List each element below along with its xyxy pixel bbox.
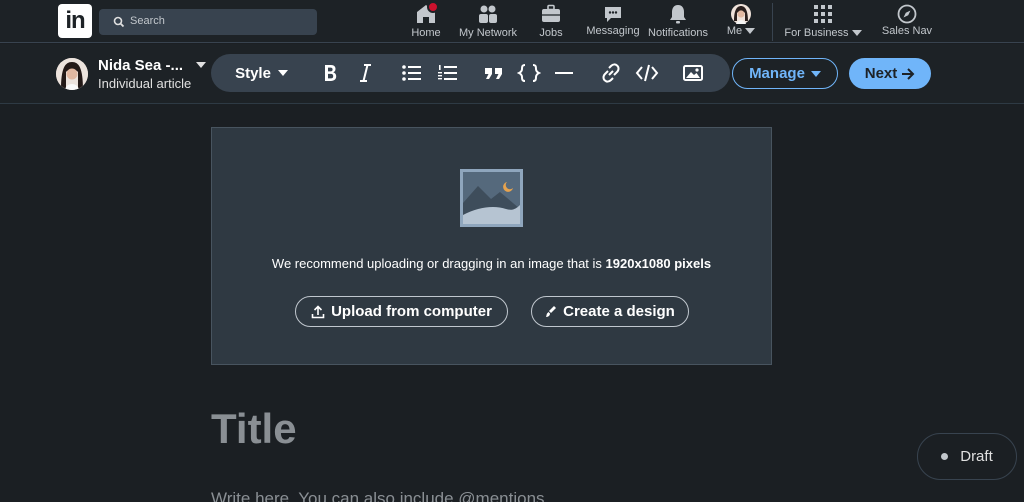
avatar	[56, 58, 88, 90]
manage-label: Manage	[749, 65, 805, 82]
search-bar[interactable]: Search	[99, 9, 317, 35]
numbered-list-button[interactable]	[436, 62, 460, 84]
network-icon	[479, 5, 497, 23]
italic-icon	[360, 64, 371, 82]
code-block-button[interactable]	[516, 62, 542, 84]
embed-button[interactable]	[634, 62, 660, 84]
recommended-size: 1920x1080 pixels	[605, 256, 712, 271]
search-input[interactable]: Search	[130, 15, 165, 27]
draft-label: Draft	[960, 448, 993, 465]
article-title-input[interactable]: Title	[211, 405, 297, 453]
image-placeholder-icon	[460, 169, 523, 227]
bold-button[interactable]	[318, 62, 342, 84]
notification-badge	[427, 1, 439, 13]
embed-icon	[635, 64, 659, 82]
avatar	[731, 4, 751, 24]
bulleted-list-icon	[402, 65, 421, 81]
link-icon	[602, 63, 620, 83]
nav-notifications[interactable]: Notifications	[644, 0, 712, 43]
linkedin-logo[interactable]: in	[58, 4, 92, 38]
grid-icon	[814, 5, 832, 23]
cover-image-dropzone[interactable]: We recommend uploading or dragging in an…	[211, 127, 772, 365]
style-dropdown[interactable]: Style	[232, 62, 294, 84]
search-icon	[113, 16, 125, 28]
compass-icon	[897, 4, 917, 24]
italic-button[interactable]	[354, 62, 376, 84]
quote-icon	[485, 68, 502, 79]
next-button[interactable]: Next	[849, 58, 931, 89]
nav-for-business[interactable]: For Business	[783, 0, 863, 43]
nav-me-label: Me	[722, 25, 760, 37]
chevron-down-icon[interactable]	[196, 62, 206, 68]
bulleted-list-button[interactable]	[400, 62, 424, 84]
numbered-list-icon	[438, 65, 457, 80]
chat-icon	[605, 7, 621, 22]
link-button[interactable]	[598, 62, 624, 84]
nav-my-network-label: My Network	[458, 27, 518, 39]
global-nav: in Search Home My Network Jobs Messaging…	[0, 0, 1024, 43]
nav-messaging-label: Messaging	[586, 25, 640, 37]
upload-from-computer-button[interactable]: Upload from computer	[295, 296, 508, 327]
style-label: Style	[235, 64, 271, 82]
article-body-input[interactable]: Write here. You can also include @mentio…	[211, 489, 549, 502]
cover-recommendation: We recommend uploading or dragging in an…	[212, 256, 771, 271]
upload-icon	[311, 304, 325, 318]
article-type: Individual article	[98, 76, 192, 91]
chevron-down-icon	[745, 28, 756, 34]
nav-home-label: Home	[411, 27, 441, 39]
author-avatar[interactable]	[56, 58, 88, 90]
recommendation-text: We recommend uploading or dragging in an…	[271, 256, 606, 271]
divider-button[interactable]	[552, 62, 576, 84]
author-name[interactable]: Nida Sea -...	[98, 57, 183, 74]
nav-home[interactable]: Home	[406, 0, 446, 43]
insert-image-button[interactable]	[681, 62, 705, 84]
bell-icon	[670, 5, 686, 24]
nav-my-network[interactable]: My Network	[455, 0, 521, 43]
nav-jobs[interactable]: Jobs	[530, 0, 572, 43]
chevron-down-icon	[810, 70, 821, 77]
nav-sales-nav-label: Sales Nav	[881, 25, 933, 37]
next-label: Next	[864, 65, 898, 82]
bold-icon	[325, 65, 337, 81]
draft-status[interactable]: Draft	[917, 433, 1017, 480]
chevron-down-icon	[851, 30, 862, 36]
nav-divider	[772, 3, 773, 41]
briefcase-icon	[542, 4, 560, 22]
nav-notifications-label: Notifications	[648, 27, 708, 39]
nav-messaging[interactable]: Messaging	[584, 0, 642, 43]
upload-label: Upload from computer	[331, 303, 492, 320]
design-label: Create a design	[563, 303, 675, 320]
chevron-down-icon	[277, 70, 288, 76]
manage-button[interactable]: Manage	[732, 58, 838, 89]
design-brush-icon	[546, 306, 557, 317]
status-dot	[941, 453, 949, 460]
code-block-icon	[517, 64, 541, 82]
nav-for-business-label: For Business	[783, 27, 863, 39]
create-design-button[interactable]: Create a design	[531, 296, 689, 327]
nav-sales-nav[interactable]: Sales Nav	[878, 0, 936, 43]
quote-button[interactable]	[482, 62, 506, 84]
image-icon	[683, 65, 703, 81]
arrow-right-icon	[902, 67, 915, 80]
divider-icon	[555, 72, 573, 74]
nav-jobs-label: Jobs	[539, 27, 563, 39]
nav-me[interactable]: Me	[722, 0, 760, 43]
